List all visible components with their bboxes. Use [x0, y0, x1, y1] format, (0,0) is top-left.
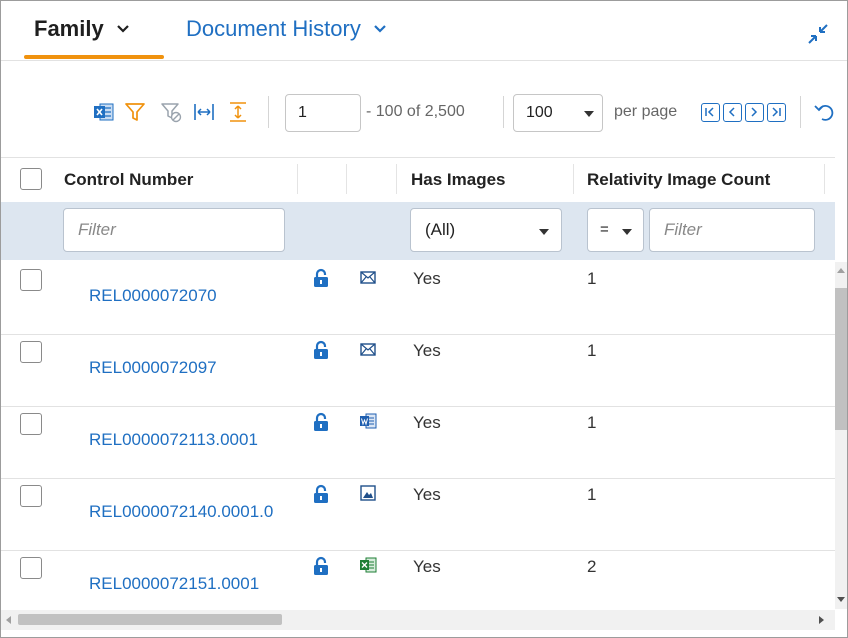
caret-down-icon: [539, 229, 549, 235]
email-icon: [360, 343, 376, 356]
column-divider: [396, 164, 397, 194]
control-number-cell: REL0000072113.0001: [1, 406, 301, 476]
lock-icon: [314, 340, 328, 359]
image-file-icon: [360, 485, 376, 501]
page-number-input[interactable]: [285, 94, 361, 132]
table-row[interactable]: REL0000072070 Yes 1: [1, 262, 835, 335]
next-page-icon: [751, 107, 758, 117]
column-divider: [346, 164, 347, 194]
excel-export-icon[interactable]: [93, 101, 115, 123]
tab-family-label: Family: [34, 16, 104, 41]
lock-icon: [314, 484, 328, 503]
word-file-icon: [360, 413, 377, 429]
active-tab-indicator: [24, 55, 164, 59]
tab-family[interactable]: Family: [34, 16, 130, 42]
tabs-divider: [1, 60, 847, 61]
has-images-cell: Yes: [413, 413, 441, 432]
toolbar-divider: [268, 96, 269, 128]
column-divider: [573, 164, 574, 194]
table-row[interactable]: REL0000072113.0001 Yes 1: [1, 406, 835, 479]
image-count-operator[interactable]: =: [587, 208, 644, 252]
first-page-icon: [705, 107, 714, 117]
lock-icon: [314, 556, 328, 575]
scroll-left-arrow-icon[interactable]: [6, 616, 11, 624]
image-count-cell: 1: [587, 485, 597, 504]
collapse-icon[interactable]: [806, 22, 830, 46]
excel-file-icon: [360, 557, 377, 573]
fit-columns-icon[interactable]: [193, 101, 215, 123]
image-count-cell: 1: [587, 269, 597, 288]
image-count-cell: 2: [587, 557, 597, 576]
reset-icon[interactable]: [813, 101, 835, 123]
column-divider: [297, 164, 298, 194]
lock-icon: [314, 412, 328, 431]
table-row[interactable]: REL0000072140.0001.0 Yes 1: [1, 478, 835, 551]
prev-page-icon: [728, 107, 735, 117]
image-count-cell: 1: [587, 413, 597, 432]
tab-document-history[interactable]: Document History: [186, 16, 387, 42]
fit-rows-icon[interactable]: [227, 101, 249, 123]
control-number-link[interactable]: REL0000072151.0001: [89, 574, 259, 594]
image-count-cell: 1: [587, 341, 597, 360]
last-page-button[interactable]: [767, 103, 786, 122]
page-range-text: - 100 of 2,500: [366, 103, 465, 120]
chevron-down-icon: [116, 25, 129, 33]
scroll-down-arrow-icon[interactable]: [837, 597, 845, 602]
image-count-operator-value: =: [600, 221, 609, 238]
tab-document-history-label: Document History: [186, 16, 361, 41]
first-page-button[interactable]: [701, 103, 720, 122]
has-images-filter[interactable]: (All): [410, 208, 562, 252]
control-number-cell: REL0000072097: [1, 334, 301, 404]
filter-icon[interactable]: [124, 101, 146, 123]
scroll-right-arrow-icon[interactable]: [819, 616, 824, 624]
control-number-link[interactable]: REL0000072140.0001.0: [89, 502, 273, 522]
next-page-button[interactable]: [745, 103, 764, 122]
image-count-filter[interactable]: Filter: [649, 208, 815, 252]
control-number-link[interactable]: REL0000072070: [89, 286, 217, 306]
column-divider: [824, 164, 825, 194]
has-images-cell: Yes: [413, 485, 441, 504]
control-number-filter[interactable]: Filter: [63, 208, 285, 252]
control-number-cell: REL0000072140.0001.0: [1, 478, 301, 548]
column-header-has-images[interactable]: Has Images: [411, 170, 506, 190]
control-number-link[interactable]: REL0000072113.0001: [89, 430, 258, 450]
per-page-label: per page: [614, 103, 678, 120]
control-number-cell: REL0000072070: [1, 262, 301, 332]
page-size-value: 100: [526, 104, 553, 121]
last-page-icon: [772, 107, 781, 117]
has-images-cell: Yes: [413, 341, 441, 360]
clear-filter-icon[interactable]: [160, 101, 182, 123]
horizontal-scroll-thumb[interactable]: [18, 614, 282, 625]
control-number-link[interactable]: REL0000072097: [89, 358, 217, 378]
lock-icon: [314, 268, 328, 287]
select-all-checkbox[interactable]: [20, 168, 42, 190]
table-row[interactable]: REL0000072097 Yes 1: [1, 334, 835, 407]
caret-down-icon: [584, 111, 594, 117]
email-icon: [360, 271, 376, 284]
caret-down-icon: [622, 229, 632, 235]
column-header-control-number[interactable]: Control Number: [64, 170, 193, 190]
page-size-select[interactable]: 100: [513, 94, 603, 132]
has-images-filter-value: (All): [425, 220, 456, 239]
has-images-cell: Yes: [413, 557, 441, 576]
column-header-image-count[interactable]: Relativity Image Count: [587, 170, 770, 190]
toolbar-divider: [503, 96, 504, 128]
scroll-up-arrow-icon[interactable]: [837, 268, 845, 273]
has-images-cell: Yes: [413, 269, 441, 288]
vertical-scroll-thumb[interactable]: [835, 288, 847, 430]
chevron-down-icon: [374, 25, 386, 33]
toolbar-divider: [800, 96, 801, 128]
previous-page-button[interactable]: [723, 103, 742, 122]
